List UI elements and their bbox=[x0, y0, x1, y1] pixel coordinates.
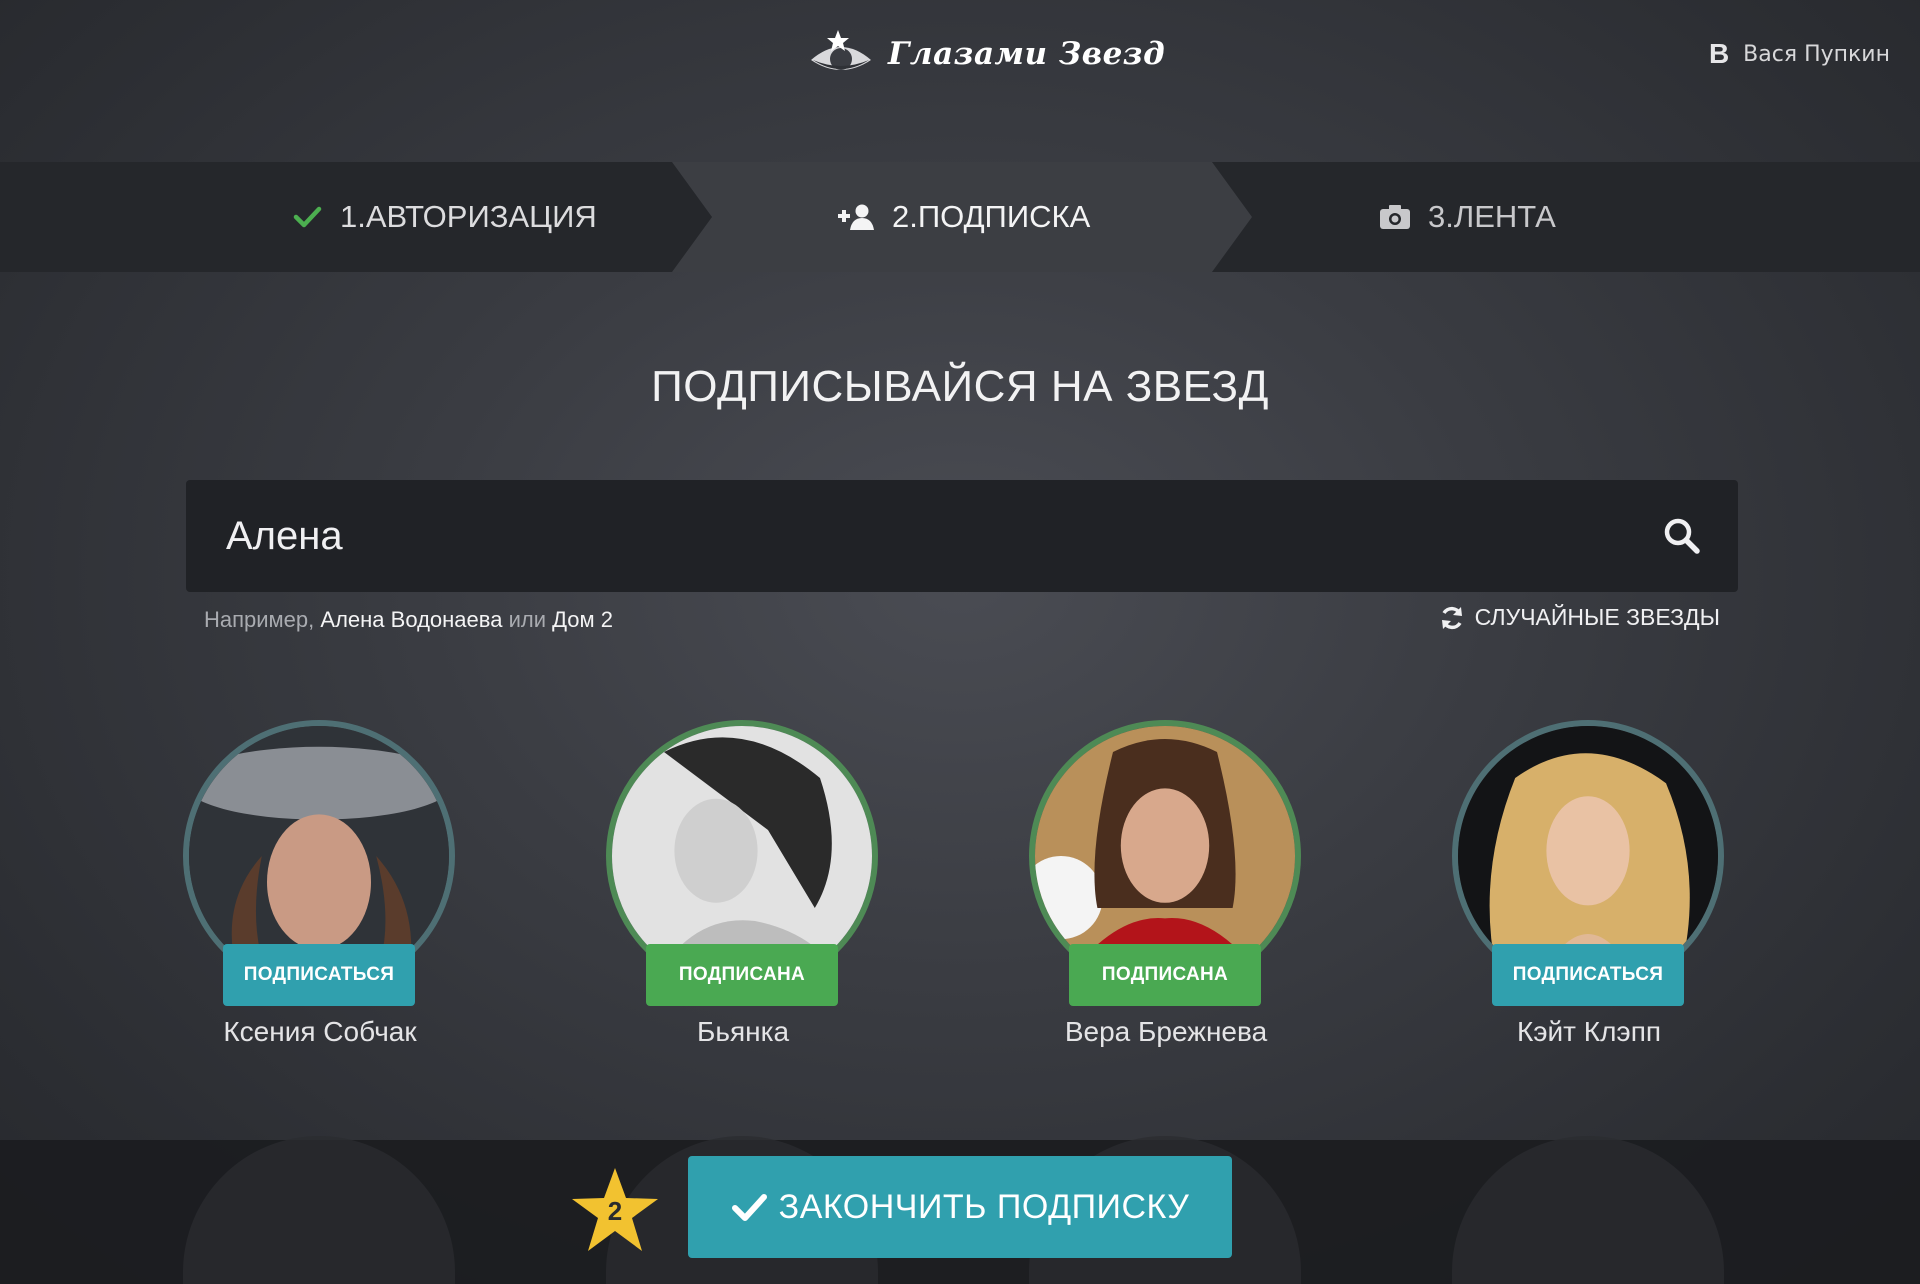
page-title: ПОДПИСЫВАЙСЯ НА ЗВЕЗД bbox=[651, 362, 1269, 411]
celebrity-name: Вера Брежнева bbox=[1064, 1016, 1268, 1047]
vk-icon: В bbox=[1708, 38, 1730, 69]
subscription-count: 2 bbox=[607, 1196, 623, 1226]
step-label: 2.ПОДПИСКА bbox=[892, 199, 1091, 234]
check-icon bbox=[731, 1194, 767, 1221]
search-icon[interactable] bbox=[1662, 516, 1702, 556]
check-icon bbox=[293, 206, 322, 228]
subscribe-button[interactable]: ПОДПИСАТЬСЯ bbox=[1492, 944, 1684, 1006]
subscribed-button[interactable]: ПОДПИСАНА bbox=[1069, 944, 1261, 1006]
user-profile[interactable]: В Вася Пупкин bbox=[1709, 38, 1890, 70]
hint-example-1[interactable]: Алена Водонаева bbox=[320, 607, 502, 632]
step-label: 3.ЛЕНТА bbox=[1428, 199, 1556, 234]
eye-star-icon bbox=[808, 28, 874, 80]
subscribe-button[interactable]: ПОДПИСАТЬСЯ bbox=[223, 944, 415, 1006]
subscribed-button[interactable]: ПОДПИСАНА bbox=[646, 944, 838, 1006]
step-authorization[interactable]: 1.АВТОРИЗАЦИЯ bbox=[292, 162, 597, 272]
hint-or: или bbox=[508, 607, 546, 632]
hint-prefix: Например, bbox=[204, 607, 315, 632]
random-stars-button[interactable]: СЛУЧАЙНЫЕ ЗВЕЗДЫ bbox=[1439, 604, 1720, 631]
search-hint: Например, Алена Водонаева или Дом 2 bbox=[204, 607, 613, 633]
refresh-icon bbox=[1441, 606, 1462, 629]
header: Глазами Звезд В Вася Пупкин bbox=[0, 0, 1920, 160]
logo-text: Глазами Звезд bbox=[888, 36, 1166, 72]
step-feed[interactable]: 3.ЛЕНТА bbox=[1380, 162, 1556, 272]
user-name: Вася Пупкин bbox=[1743, 41, 1890, 67]
steps-bar: 1.АВТОРИЗАЦИЯ 2.ПОДПИСКА 3.ЛЕНТА bbox=[0, 162, 1920, 272]
logo[interactable]: Глазами Звезд bbox=[808, 28, 1165, 80]
hint-example-2[interactable]: Дом 2 bbox=[552, 607, 613, 632]
search-box bbox=[186, 480, 1738, 592]
step-label: 1.АВТОРИЗАЦИЯ bbox=[340, 199, 597, 234]
finish-label: ЗАКОНЧИТЬ ПОДПИСКУ bbox=[778, 1187, 1190, 1226]
camera-icon bbox=[1380, 205, 1410, 229]
celebrity-name: Ксения Собчак bbox=[223, 1016, 417, 1047]
add-user-icon bbox=[838, 204, 874, 230]
finish-subscription-button[interactable]: ЗАКОНЧИТЬ ПОДПИСКУ bbox=[688, 1156, 1232, 1258]
celebrity-name: Кэйт Клэпп bbox=[1516, 1016, 1662, 1047]
search-input[interactable] bbox=[226, 480, 1626, 592]
random-stars-label: СЛУЧАЙНЫЕ ЗВЕЗДЫ bbox=[1474, 604, 1720, 630]
step-subscription[interactable]: 2.ПОДПИСКА bbox=[838, 162, 1090, 272]
celebrity-name: Бьянка bbox=[696, 1016, 790, 1047]
